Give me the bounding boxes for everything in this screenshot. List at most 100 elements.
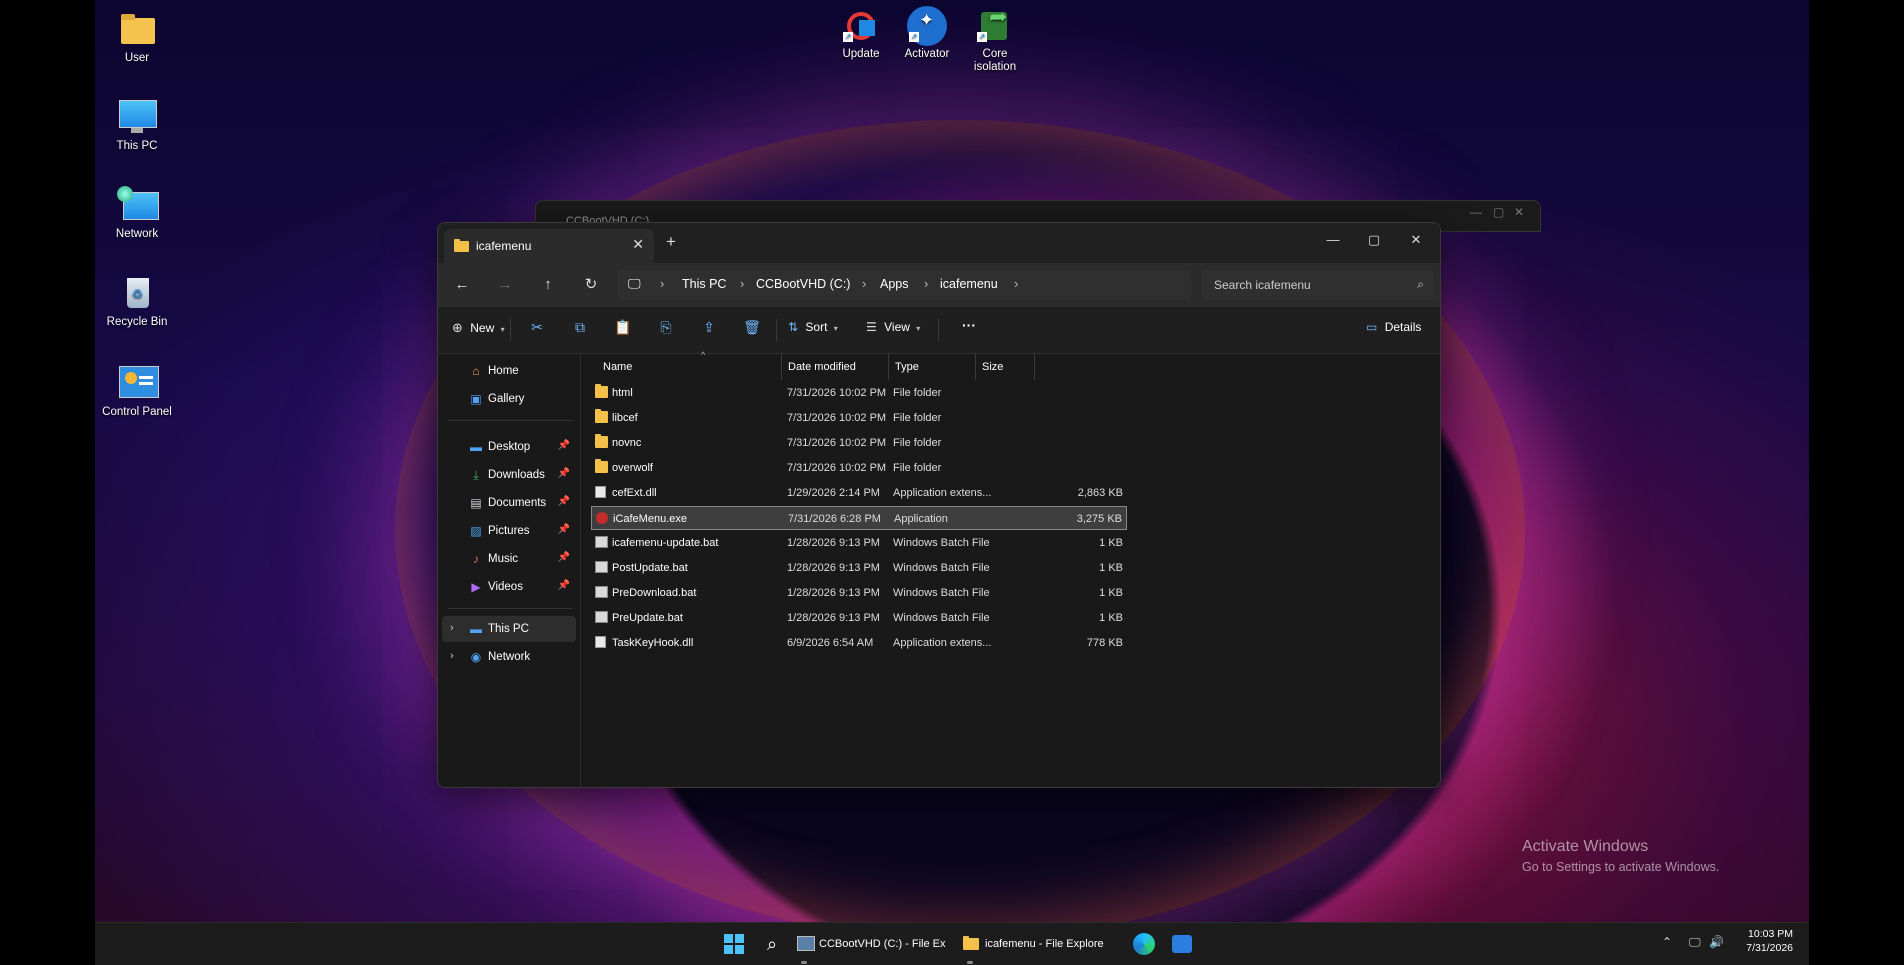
maximize-icon[interactable]: ▢ <box>1354 227 1394 253</box>
breadcrumb-apps[interactable]: Apps <box>880 277 909 291</box>
rename-icon[interactable]: ⎘ <box>656 319 676 339</box>
chevron-right-icon[interactable]: › <box>1014 276 1018 291</box>
share-icon[interactable]: ⇪ <box>699 319 719 339</box>
breadcrumb-icafemenu[interactable]: icafemenu <box>940 277 998 291</box>
table-row[interactable]: novnc 7/31/2026 10:02 PM File folder <box>591 431 1127 455</box>
desktop-icon-core-isolation[interactable]: ➦ ↗ Core isolation <box>967 6 1023 74</box>
more-options-icon[interactable]: ··· <box>962 317 976 333</box>
desktop-icon-this-pc[interactable]: This PC <box>95 98 179 153</box>
start-button[interactable] <box>721 931 747 957</box>
chevron-right-icon[interactable]: › <box>740 276 744 291</box>
table-row[interactable]: icafemenu-update.bat 1/28/2026 9:13 PM Win… <box>591 531 1127 555</box>
copy-icon[interactable]: ⧉ <box>570 319 590 339</box>
column-header-size[interactable]: Size <box>976 354 1034 380</box>
close-tab-icon[interactable]: ✕ <box>632 236 644 253</box>
delete-icon[interactable]: 🗑 <box>742 319 762 339</box>
paste-icon[interactable]: 📋 <box>613 319 633 339</box>
sidebar-item-home[interactable]: ⌂ Home <box>442 358 576 384</box>
refresh-icon[interactable]: ↻ <box>579 273 603 297</box>
pin-icon[interactable]: 📌 <box>558 468 570 479</box>
chevron-right-icon[interactable]: › <box>862 276 866 291</box>
minimize-icon[interactable]: — <box>1470 205 1482 219</box>
taskbar-app-icafemenu[interactable]: icafemenu - File Explore <box>961 931 1121 964</box>
new-button[interactable]: ⊕ New ▾ <box>452 320 505 336</box>
sidebar-item-this-pc[interactable]: › ▬ This PC <box>442 616 576 642</box>
table-row[interactable]: PreDownload.bat 1/28/2026 9:13 PM Windows … <box>591 581 1127 605</box>
view-button[interactable]: ☰ View ▾ <box>866 320 920 334</box>
desktop-icon-user[interactable]: User <box>95 10 179 65</box>
details-button[interactable]: ▭ Details <box>1366 320 1421 334</box>
minimize-icon[interactable]: — <box>1313 227 1353 253</box>
desktop-icon-control-panel[interactable]: Control Panel <box>95 364 179 419</box>
close-icon[interactable]: ✕ <box>1514 205 1524 219</box>
sidebar-item-label: Network <box>488 651 531 663</box>
file-type: Application <box>894 513 948 525</box>
table-row[interactable]: PreUpdate.bat 1/28/2026 9:13 PM Windows Ba… <box>591 606 1127 630</box>
sidebar-item-pictures[interactable]: ▨ Pictures 📌 <box>442 518 576 544</box>
volume-icon[interactable]: 🔊 <box>1709 935 1724 949</box>
column-header-date[interactable]: Date modified <box>782 354 888 380</box>
table-row[interactable]: html 7/31/2026 10:02 PM File folder <box>591 381 1127 405</box>
chevron-up-icon[interactable]: ⌃ <box>1662 935 1672 949</box>
sidebar-item-downloads[interactable]: ⤓ Downloads 📌 <box>442 462 576 488</box>
table-row[interactable]: TaskKeyHook.dll 6/9/2026 6:54 AM Applicati… <box>591 631 1127 655</box>
sidebar-item-documents[interactable]: ▤ Documents 📌 <box>442 490 576 516</box>
pin-icon[interactable]: 📌 <box>558 524 570 535</box>
sidebar-item-label: This PC <box>488 623 529 635</box>
chevron-right-icon[interactable]: › <box>924 276 928 291</box>
tab-icafemenu[interactable]: icafemenu ✕ <box>444 229 654 263</box>
chevron-right-icon[interactable]: › <box>450 650 454 662</box>
taskbar-app-ccbootvhd[interactable]: CCBootVHD (C:) - File Ex <box>795 931 955 964</box>
network-tray-icon[interactable]: 🖵 <box>1689 935 1701 950</box>
monitor-icon: ▬ <box>470 622 482 636</box>
pin-icon[interactable]: 📌 <box>558 552 570 563</box>
table-row[interactable]: cefExt.dll 1/29/2026 2:14 PM Application e… <box>591 481 1127 505</box>
close-icon[interactable]: ✕ <box>1396 227 1436 253</box>
maximize-icon[interactable]: ▢ <box>1493 205 1504 219</box>
download-icon: ⤓ <box>473 468 479 482</box>
table-row[interactable]: iCafeMenu.exe 7/31/2026 6:28 PM Applicatio… <box>591 506 1127 530</box>
sidebar-item-desktop[interactable]: ▬ Desktop 📌 <box>442 434 576 460</box>
sort-button[interactable]: ⇅ Sort ▾ <box>788 320 838 334</box>
desktop-icon-activator[interactable]: ✦ ↗ Activator <box>899 6 955 61</box>
chevron-right-icon[interactable]: › <box>660 276 664 291</box>
chevron-right-icon[interactable]: › <box>450 622 454 634</box>
pin-icon[interactable]: 📌 <box>558 440 570 451</box>
address-bar[interactable]: 🖵 › This PC › CCBootVHD (C:) › Apps › ic… <box>618 270 1191 300</box>
cut-icon[interactable]: ✂ <box>527 319 547 339</box>
file-type: File folder <box>893 437 942 449</box>
search-box[interactable]: Search icafemenu ⌕ <box>1202 270 1434 300</box>
sidebar-item-gallery[interactable]: ▣ Gallery <box>442 386 576 412</box>
search-icon[interactable]: ⌕ <box>1417 277 1424 292</box>
shortcut-arrow-icon: ➦ ↗ <box>977 4 1008 42</box>
column-header-label: Name <box>603 361 633 373</box>
new-tab-icon[interactable]: + <box>666 232 676 252</box>
desktop-icon-update[interactable]: ↗ Update <box>833 6 889 61</box>
desktop-icon-recycle-bin[interactable]: ♻ Recycle Bin <box>95 274 179 329</box>
breadcrumb-this-pc[interactable]: This PC <box>682 277 726 291</box>
search-icon[interactable]: ⌕ <box>759 931 785 957</box>
column-header-type[interactable]: Type <box>889 354 975 380</box>
store-icon[interactable] <box>1169 931 1195 957</box>
table-row[interactable]: PostUpdate.bat 1/28/2026 9:13 PM Windows B… <box>591 556 1127 580</box>
back-arrow-icon[interactable]: ← <box>450 273 474 297</box>
column-header-name[interactable]: Name ^ <box>597 350 777 380</box>
pin-icon[interactable]: 📌 <box>558 496 570 507</box>
file-size: 1 KB <box>1099 537 1123 549</box>
pin-icon[interactable]: 📌 <box>558 580 570 591</box>
table-row[interactable]: overwolf 7/31/2026 10:02 PM File folder <box>591 456 1127 480</box>
forward-arrow-icon[interactable]: → <box>493 273 517 297</box>
table-row[interactable]: libcef 7/31/2026 10:02 PM File folder <box>591 406 1127 430</box>
sidebar-item-videos[interactable]: ▶ Videos 📌 <box>442 574 576 600</box>
column-separator[interactable] <box>1034 354 1035 380</box>
edge-icon[interactable] <box>1131 931 1157 957</box>
breadcrumb-drive[interactable]: CCBootVHD (C:) <box>756 277 850 291</box>
tab-label: icafemenu <box>476 239 532 253</box>
sidebar-item-music[interactable]: ♪ Music 📌 <box>442 546 576 572</box>
sidebar-item-network[interactable]: › ◉ Network <box>442 644 576 670</box>
desktop-icon-network[interactable]: Network <box>95 186 179 241</box>
clock[interactable]: 10:03 PM 7/31/2026 <box>1733 927 1793 954</box>
activation-watermark-subtitle: Go to Settings to activate Windows. <box>1522 860 1720 874</box>
network-icon <box>115 186 159 224</box>
up-arrow-icon[interactable]: ↑ <box>536 273 560 297</box>
